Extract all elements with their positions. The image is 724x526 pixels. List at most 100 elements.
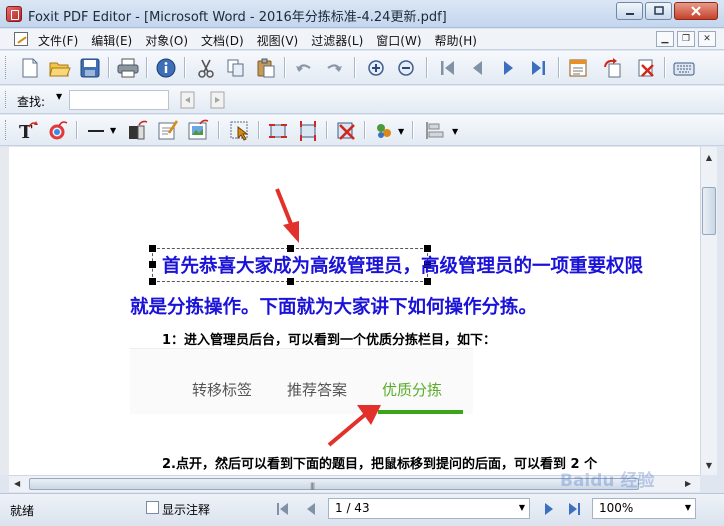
resize-handle[interactable] [287,278,294,285]
toolbar-separator [76,121,77,139]
image-tool-button[interactable] [186,119,210,141]
document-step-1[interactable]: 1：进入管理员后台，可以看到一个优质分拣栏目，如下： [162,329,496,348]
menu-window[interactable]: 窗口(W) [376,32,427,49]
annotation-arrow-icon [275,188,299,243]
status-last-page-button[interactable] [566,500,584,518]
line-tool-button[interactable] [84,119,108,141]
resize-handle[interactable] [149,278,156,285]
status-next-page-button[interactable] [540,500,558,518]
zoom-selector[interactable]: 100% ▼ [592,498,696,519]
embed-tab-transfer-tag: 转移标签 [192,381,253,399]
last-page-button[interactable] [526,57,550,79]
shape-tool-button[interactable] [126,119,150,141]
document-step-2[interactable]: 2.点开，然后可以看到下面的题目，把鼠标移到提问的后面，可以看到 2 个 [162,453,597,472]
toolbar-grip[interactable] [5,120,8,140]
redo-button[interactable] [322,57,346,79]
save-button[interactable] [78,57,102,79]
document-text-line-1[interactable]: 首先恭喜大家成为高级管理员，高级管理员的一项重要权限 [162,252,643,278]
find-previous-button[interactable] [176,89,200,111]
new-button[interactable] [18,57,42,79]
horizontal-scroll-thumb[interactable]: ||| [29,478,639,490]
status-prev-page-button[interactable] [302,500,320,518]
cut-button[interactable] [194,57,218,79]
menu-filter[interactable]: 过滤器(L) [311,32,369,49]
text-tool-button[interactable]: T [16,119,40,141]
paste-button[interactable] [254,57,278,79]
align-dropdown-arrow[interactable]: ▼ [452,127,458,136]
open-button[interactable] [48,57,72,79]
toolbar-separator [184,57,185,78]
scroll-left-button[interactable]: ◀ [14,479,20,488]
doc-restore-button[interactable]: ❐ [677,31,695,47]
vertical-scrollbar[interactable]: ▲ ▼ [700,147,717,475]
menu-document[interactable]: 文档(D) [201,32,250,49]
menu-file[interactable]: 文件(F) [38,32,84,49]
baidu-watermark: Baidu 经验 [560,471,655,491]
group-objects-button[interactable] [372,119,396,141]
title-bar: Foxit PDF Editor - [Microsoft Word - 201… [0,0,724,28]
color-icon [49,121,68,140]
undo-button[interactable] [292,57,316,79]
embedded-screenshot[interactable]: 转移标签 推荐答案 优质分拣 [130,348,473,414]
info-button[interactable] [154,57,178,79]
close-button[interactable] [674,2,718,20]
menu-help[interactable]: 帮助(H) [435,32,483,49]
scroll-up-button[interactable]: ▲ [701,149,717,165]
menu-edit[interactable]: 编辑(E) [91,32,138,49]
crop-alt-button[interactable] [296,119,320,141]
maximize-button[interactable] [645,2,672,20]
document-text-line-2[interactable]: 就是分拣操作。下面就为大家讲下如何操作分拣。 [130,293,537,319]
find-toolbar: 查找: ▼ [0,86,724,114]
line-dropdown-arrow[interactable]: ▼ [110,126,116,135]
menu-view[interactable]: 视图(V) [257,32,305,49]
find-options-dropdown[interactable]: ▼ [56,92,62,101]
group-dropdown-arrow[interactable]: ▼ [398,127,404,136]
page-number-selector[interactable]: 1 / 43 ▼ [328,498,530,519]
select-object-button[interactable] [228,119,252,141]
crop-button[interactable] [266,119,290,141]
document-icon[interactable] [14,32,28,46]
keyboard-button[interactable] [672,57,696,79]
undo-icon [296,63,311,72]
doc-close-button[interactable]: ✕ [698,31,716,47]
delete-page-button[interactable] [634,57,658,79]
align-objects-button[interactable] [422,119,446,141]
toolbar-separator [664,57,665,78]
copy-button[interactable] [224,57,248,79]
scroll-down-button[interactable]: ▼ [701,457,717,473]
scroll-right-button[interactable]: ▶ [685,479,691,488]
zoom-in-button[interactable] [364,57,388,79]
prev-page-icon [307,503,315,515]
find-next-button[interactable] [206,89,230,111]
first-page-button[interactable] [436,57,460,79]
minimize-button[interactable] [616,2,643,20]
doc-minimize-button[interactable]: ▁ [656,31,674,47]
toolbar-grip[interactable] [5,56,8,79]
find-input[interactable] [69,90,169,110]
next-page-icon [545,503,553,515]
zoom-in-icon [368,59,384,76]
print-button[interactable] [116,57,140,79]
rotate-page-button[interactable] [600,57,624,79]
delete-object-button[interactable] [334,119,358,141]
edit-text-button[interactable] [156,119,180,141]
pdf-page[interactable]: 首先恭喜大家成为高级管理员，高级管理员的一项重要权限 就是分拣操作。下面就为大家… [9,147,700,475]
embed-tab-recommend-answer: 推荐答案 [287,381,348,399]
document-viewport[interactable]: 首先恭喜大家成为高级管理员，高级管理员的一项重要权限 就是分拣操作。下面就为大家… [0,147,700,475]
zoom-out-button[interactable] [394,57,418,79]
next-page-button[interactable] [496,57,520,79]
toolbar-grip[interactable] [5,91,8,108]
vertical-scroll-thumb[interactable] [702,187,716,235]
status-first-page-button[interactable] [274,500,292,518]
resize-handle[interactable] [424,245,431,252]
show-annotations-label[interactable]: 显示注释 [162,501,210,518]
resize-handle[interactable] [149,261,156,268]
menu-object[interactable]: 对象(O) [145,32,194,49]
color-button[interactable] [46,119,70,141]
crop-alt-icon [300,121,316,141]
resize-handle[interactable] [149,245,156,252]
properties-button[interactable] [566,57,590,79]
resize-handle[interactable] [424,278,431,285]
prev-page-button[interactable] [466,57,490,79]
show-annotations-checkbox[interactable] [146,501,159,514]
